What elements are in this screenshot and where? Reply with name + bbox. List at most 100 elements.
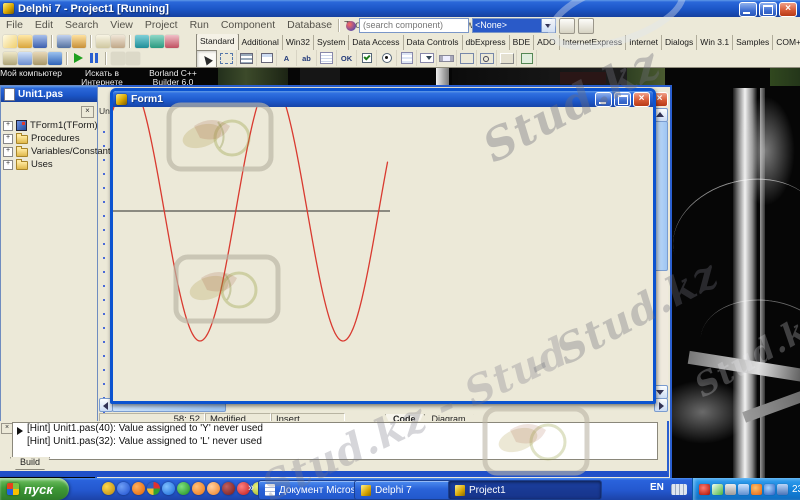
comp-scrollbar[interactable] [437, 50, 457, 66]
explorer-title-bar[interactable]: Unit1.pas [1, 86, 97, 102]
taskbar-clock[interactable]: 23:58 [792, 484, 800, 495]
view-unit-button[interactable] [3, 52, 17, 65]
help-question-button[interactable] [165, 35, 179, 48]
minimize-button[interactable] [739, 2, 757, 17]
comp-checkbox[interactable] [357, 50, 377, 66]
tab-win32[interactable]: Win32 [283, 35, 314, 50]
tab-build[interactable]: Build [10, 457, 50, 470]
tab-internetexpress[interactable]: InternetExpress [560, 35, 627, 50]
pause-button[interactable] [87, 52, 101, 65]
tree-item-uses[interactable]: + Uses [3, 158, 115, 171]
tree-expander-icon[interactable]: + [3, 159, 13, 170]
toggle-form-unit-button[interactable] [33, 52, 47, 65]
quicklaunch-icon-5[interactable] [162, 482, 175, 495]
comp-mainmenu[interactable] [237, 50, 257, 66]
comp-edit[interactable]: ab [297, 50, 317, 66]
tray-display-icon[interactable] [777, 483, 788, 495]
run-button[interactable] [72, 52, 86, 65]
tab-samples[interactable]: Samples [733, 35, 774, 50]
trace-into-button[interactable] [111, 52, 125, 65]
help-topic-button[interactable] [150, 35, 164, 48]
comp-listbox[interactable] [397, 50, 417, 66]
menu-view[interactable]: View [104, 19, 139, 31]
keyboard-icon[interactable] [671, 484, 687, 495]
tree-item-tform1[interactable]: + TForm1(TForm) [3, 119, 115, 132]
desktop-layout-combo[interactable]: <None> [472, 18, 556, 33]
tab-ado[interactable]: ADO [534, 35, 560, 50]
toolbar-extra-button-1[interactable] [559, 17, 575, 34]
comp-frames[interactable] [217, 50, 237, 66]
new-file-button[interactable] [3, 35, 17, 48]
quicklaunch-icon-3[interactable] [132, 482, 145, 495]
ide-title-bar[interactable]: Delphi 7 - Project1 [Running] × [0, 0, 800, 17]
hint-message[interactable]: [Hint] Unit1.pas(32): Value assigned to … [13, 436, 657, 449]
open-file-button[interactable] [18, 35, 32, 48]
maximize-button[interactable] [759, 2, 777, 17]
tab-win31[interactable]: Win 3.1 [697, 35, 734, 50]
comp-panel[interactable] [497, 50, 517, 66]
menu-file[interactable]: File [0, 19, 29, 31]
quicklaunch-icon-6[interactable] [177, 482, 190, 495]
quicklaunch-icon-1[interactable] [102, 482, 115, 495]
comp-popupmenu[interactable] [257, 50, 277, 66]
chevron-right-icon[interactable]: » [248, 482, 254, 494]
comp-actionlist[interactable] [517, 50, 537, 66]
tray-antivirus-icon[interactable] [699, 483, 710, 495]
add-file-to-project-button[interactable] [96, 35, 110, 48]
tab-standard[interactable]: Standard [196, 34, 239, 50]
tab-internet[interactable]: Internet [626, 35, 662, 50]
form-minimize-button[interactable] [595, 92, 612, 107]
comp-groupbox[interactable] [457, 50, 477, 66]
comp-radiobutton[interactable] [377, 50, 397, 66]
quicklaunch-icon-8[interactable] [207, 482, 220, 495]
tray-network-disabled-icon[interactable] [738, 483, 749, 495]
menu-project[interactable]: Project [139, 19, 184, 31]
hint-message[interactable]: [Hint] Unit1.pas(40): Value assigned to … [13, 423, 657, 436]
tab-system[interactable]: System [314, 35, 350, 50]
tab-additional[interactable]: Additional [239, 35, 283, 50]
tab-complus[interactable]: COM+ [773, 35, 800, 50]
tray-shield-icon[interactable] [712, 483, 723, 495]
taskbar-button-project1[interactable]: Project1 [448, 480, 602, 500]
quicklaunch-icon-2[interactable] [117, 482, 130, 495]
desktop-icon-my-computer[interactable]: Мой компьютер [0, 69, 62, 78]
quicklaunch-icon-4[interactable] [147, 482, 160, 495]
menu-database[interactable]: Database [281, 19, 338, 31]
tree-item-variables-constants[interactable]: + Variables/Constants [3, 145, 115, 158]
help-contents-button[interactable] [135, 35, 149, 48]
start-button[interactable]: пуск [0, 478, 69, 500]
close-button[interactable]: × [779, 2, 797, 17]
tab-data-access[interactable]: Data Access [349, 35, 404, 50]
tab-dbexpress[interactable]: dbExpress [463, 35, 510, 50]
scroll-right-icon[interactable] [654, 398, 668, 412]
toolbar-extra-button-2[interactable] [578, 17, 594, 34]
tree-expander-icon[interactable]: + [3, 120, 13, 131]
tray-clock-icon[interactable] [764, 483, 775, 495]
open-project-button[interactable] [72, 35, 86, 48]
menu-edit[interactable]: Edit [29, 19, 59, 31]
taskbar-button-word[interactable]: Документ Microsoft ... [258, 480, 364, 500]
menu-search[interactable]: Search [59, 19, 104, 31]
tree-item-procedures[interactable]: + Procedures [3, 132, 115, 145]
comp-radiogroup[interactable] [477, 50, 497, 66]
language-indicator[interactable]: EN [650, 482, 664, 493]
step-over-button[interactable] [126, 52, 140, 65]
tool-cursor[interactable] [196, 50, 217, 68]
comp-memo[interactable] [317, 50, 337, 66]
new-form-button[interactable] [48, 52, 62, 65]
menu-component[interactable]: Component [215, 19, 281, 31]
tab-data-controls[interactable]: Data Controls [404, 35, 463, 50]
save-all-button[interactable] [57, 35, 71, 48]
comp-button[interactable]: OK [337, 50, 357, 66]
quicklaunch-icon-7[interactable] [192, 482, 205, 495]
combo-dropdown-button[interactable] [541, 19, 555, 32]
tab-bde[interactable]: BDE [510, 35, 535, 50]
tab-dialogs[interactable]: Dialogs [662, 35, 698, 50]
tray-update-icon[interactable] [751, 483, 762, 495]
comp-label[interactable]: A [277, 50, 297, 66]
form-maximize-button[interactable] [614, 92, 631, 107]
quicklaunch-icon-9[interactable] [222, 482, 235, 495]
tree-expander-icon[interactable]: + [3, 133, 13, 144]
comp-combobox[interactable] [417, 50, 437, 66]
remove-file-from-project-button[interactable] [111, 35, 125, 48]
